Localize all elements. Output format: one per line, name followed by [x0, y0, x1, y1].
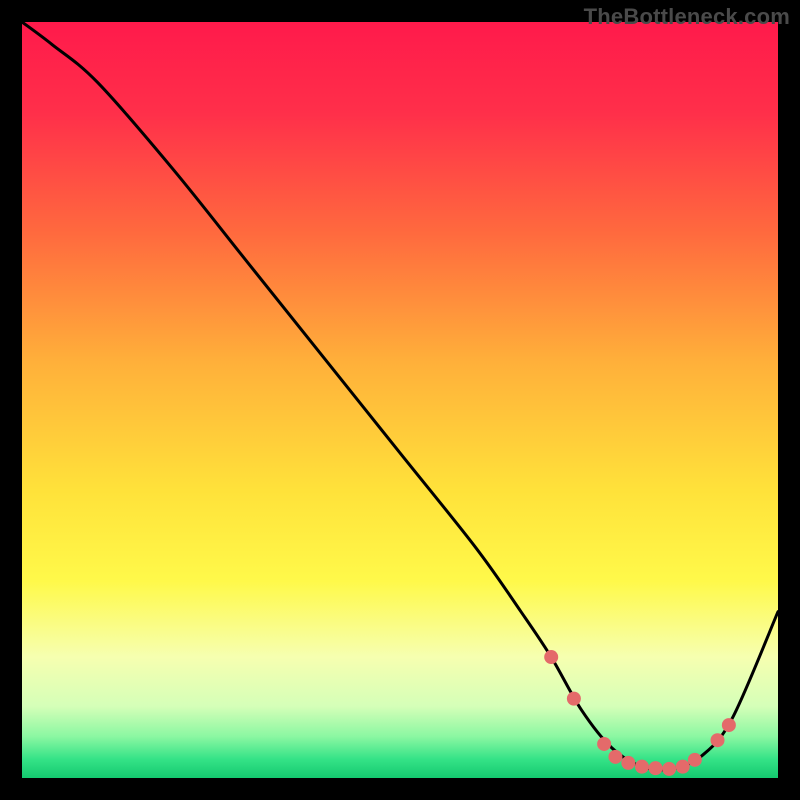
marker-dot — [711, 733, 725, 747]
marker-dot — [597, 737, 611, 751]
watermark-text: TheBottleneck.com — [584, 4, 790, 30]
marker-dot — [662, 762, 676, 776]
plot-area — [22, 22, 778, 778]
chart-stage: TheBottleneck.com — [0, 0, 800, 800]
marker-dot — [567, 692, 581, 706]
marker-dot — [722, 718, 736, 732]
gradient-background — [22, 22, 778, 778]
marker-dot — [544, 650, 558, 664]
chart-svg — [22, 22, 778, 778]
marker-dot — [621, 756, 635, 770]
marker-dot — [608, 750, 622, 764]
marker-dot — [635, 760, 649, 774]
marker-dot — [649, 761, 663, 775]
marker-dot — [676, 760, 690, 774]
marker-dot — [688, 753, 702, 767]
